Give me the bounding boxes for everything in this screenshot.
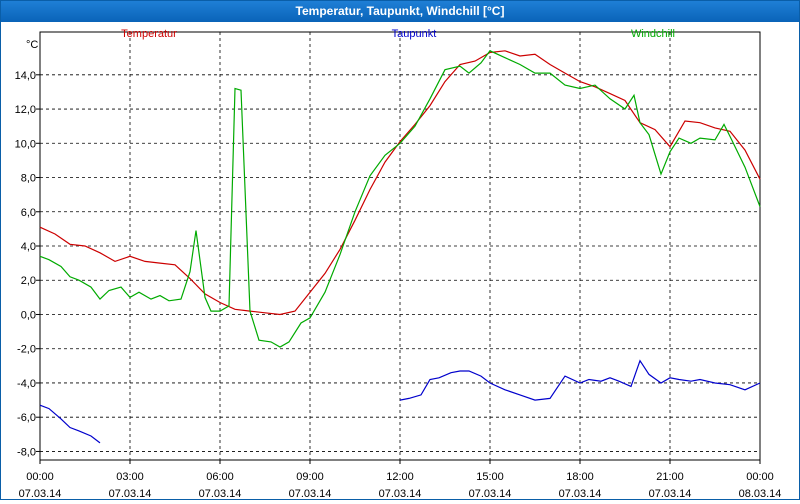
y-tick-label: 6,0 — [21, 207, 36, 219]
window-title: Temperatur, Taupunkt, Windchill [°C] — [1, 1, 799, 22]
y-tick-label: -8,0 — [17, 446, 36, 458]
legend-temperatur: Temperatur — [121, 28, 177, 40]
legend-taupunkt: Taupunkt — [392, 28, 437, 40]
y-tick-label: 12,0 — [15, 104, 36, 116]
x-tick-date: 07.03.14 — [469, 488, 512, 499]
x-tick-date: 07.03.14 — [379, 488, 422, 499]
y-tick-label: 0,0 — [21, 309, 36, 321]
x-tick-date: 07.03.14 — [559, 488, 602, 499]
y-tick-label: -2,0 — [17, 344, 36, 356]
x-tick-time: 12:00 — [386, 471, 414, 483]
x-tick-time: 00:00 — [746, 471, 774, 483]
x-tick-date: 07.03.14 — [199, 488, 242, 499]
line-chart: -8,0 -6,0 -4,0 -2,0 0,0 2,0 4,0 6,0 8,0 10,0 12,0 1… — [15, 28, 782, 500]
legend-windchill: Windchill — [631, 28, 675, 40]
y-tick-label: 4,0 — [21, 241, 36, 253]
x-tick-date: 07.03.14 — [109, 488, 152, 499]
x-tick-time: 06:00 — [206, 471, 234, 483]
x-tick-time: 15:00 — [476, 471, 504, 483]
x-tick-time: 21:00 — [656, 471, 684, 483]
x-tick-date: 07.03.14 — [649, 488, 692, 499]
x-tick-time: 18:00 — [566, 471, 594, 483]
x-tick-time: 00:00 — [26, 471, 54, 483]
y-tick-label: 2,0 — [21, 275, 36, 287]
y-tick-label: -4,0 — [17, 378, 36, 390]
x-tick-date: 07.03.14 — [19, 488, 62, 499]
chart-area: -8,0 -6,0 -4,0 -2,0 0,0 2,0 4,0 6,0 8,0 10,0 12,0 1… — [1, 23, 799, 500]
x-tick-time: 09:00 — [296, 471, 324, 483]
x-tick-time: 03:00 — [116, 471, 144, 483]
y-axis-label: °C — [26, 39, 38, 51]
y-tick-label: 8,0 — [21, 173, 36, 185]
y-tick-label: -6,0 — [17, 412, 36, 424]
chart-window: Temperatur, Taupunkt, Windchill [°C] -8,… — [0, 0, 800, 500]
x-tick-date: 07.03.14 — [289, 488, 332, 499]
x-tick-date: 08.03.14 — [739, 488, 782, 499]
y-tick-label: 14,0 — [15, 70, 36, 82]
y-tick-label: 10,0 — [15, 138, 36, 150]
